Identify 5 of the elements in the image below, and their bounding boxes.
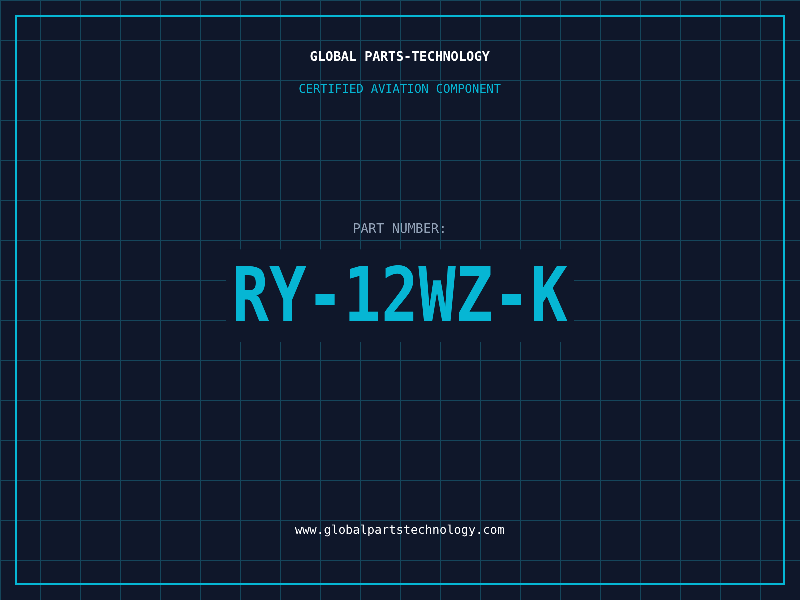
brand-title: GLOBAL PARTS-TECHNOLOGY xyxy=(310,50,490,66)
part-number: RY-12WZ-K xyxy=(226,250,574,342)
brand-subtitle: CERTIFIED AVIATION COMPONENT xyxy=(298,81,502,97)
website-url: www.globalpartstechnology.com xyxy=(295,522,505,538)
part-number-label: PART NUMBER: xyxy=(353,222,447,238)
